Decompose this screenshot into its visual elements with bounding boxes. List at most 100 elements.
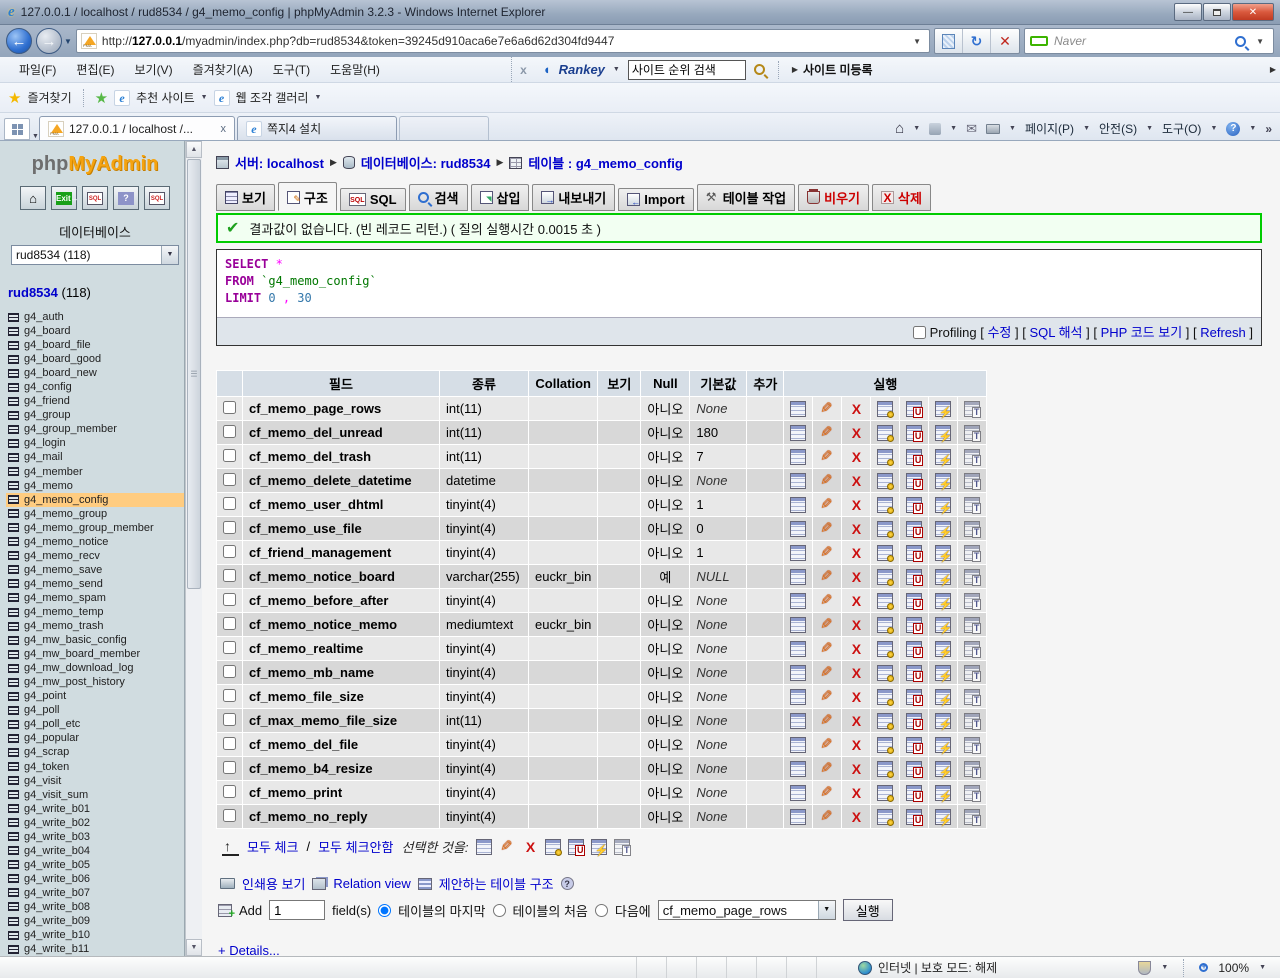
action-icon-primary[interactable] <box>877 713 893 729</box>
radio-table-begin[interactable] <box>493 904 506 917</box>
logout-button[interactable]: Exit→ <box>51 186 77 210</box>
action-icon-browse[interactable] <box>790 737 806 753</box>
web-slice-gallery-link[interactable]: 웹 조각 갤러리 <box>236 89 309 106</box>
feeds-icon[interactable] <box>929 123 941 135</box>
action-icon-fulltext[interactable]: T <box>614 839 630 855</box>
protected-mode-icon[interactable] <box>1138 961 1151 975</box>
database-link[interactable]: rud8534 <box>8 285 58 300</box>
pma-tab-구조[interactable]: 구조 <box>278 182 337 211</box>
sidebar-item-g4_board_file[interactable]: g4_board_file <box>6 338 184 352</box>
action-icon-primary[interactable] <box>545 839 561 855</box>
pma-tab-SQL[interactable]: SQLSQL <box>340 188 406 211</box>
action-icon-browse[interactable] <box>790 617 806 633</box>
page-dropdown-icon[interactable]: ▼ <box>1083 125 1090 132</box>
action-icon-fulltext[interactable]: T <box>964 713 980 729</box>
action-icon-primary[interactable] <box>877 761 893 777</box>
action-icon-index[interactable]: ⚡ <box>935 401 951 417</box>
action-icon-unique[interactable]: U <box>906 521 922 537</box>
pma-tab-검색[interactable]: 검색 <box>409 184 468 211</box>
sidebar-item-g4_memo[interactable]: g4_memo <box>6 479 184 493</box>
action-icon-primary[interactable] <box>877 425 893 441</box>
action-icon-edit[interactable] <box>819 449 835 465</box>
phpmyadmin-logo[interactable]: phpMyAdmin <box>6 149 184 186</box>
tab-list-dropdown-icon[interactable]: ▼ <box>32 133 39 140</box>
action-icon-unique[interactable]: U <box>906 593 922 609</box>
address-dropdown-icon[interactable]: ▼ <box>909 37 925 46</box>
action-icon-browse[interactable] <box>790 785 806 801</box>
sidebar-item-g4_point[interactable]: g4_point <box>6 689 184 703</box>
action-icon-drop[interactable]: X <box>848 401 864 417</box>
action-icon-browse[interactable] <box>790 401 806 417</box>
action-icon-drop[interactable]: X <box>848 689 864 705</box>
pma-tab-삽입[interactable]: 삽입 <box>471 184 530 211</box>
action-icon-index[interactable]: ⚡ <box>935 665 951 681</box>
row-checkbox[interactable] <box>223 569 236 582</box>
action-icon-primary[interactable] <box>877 785 893 801</box>
row-checkbox[interactable] <box>223 401 236 414</box>
add-favorites-icon[interactable]: ★ <box>95 89 108 107</box>
action-icon-browse[interactable] <box>790 593 806 609</box>
action-icon-primary[interactable] <box>877 497 893 513</box>
action-icon-unique[interactable]: U <box>568 839 584 855</box>
action-icon-fulltext[interactable]: T <box>964 761 980 777</box>
action-icon-unique[interactable]: U <box>906 665 922 681</box>
minimize-button[interactable]: — <box>1174 3 1202 21</box>
database-breadcrumb-link[interactable]: 데이터베이스: rud8534 <box>361 153 491 172</box>
action-icon-drop[interactable]: X <box>848 785 864 801</box>
action-icon-fulltext[interactable]: T <box>964 737 980 753</box>
sidebar-item-g4_group[interactable]: g4_group <box>6 408 184 422</box>
action-icon-edit[interactable] <box>819 809 835 825</box>
row-checkbox[interactable] <box>223 737 236 750</box>
sidebar-item-g4_member[interactable]: g4_member <box>6 465 184 479</box>
action-icon-edit[interactable] <box>819 737 835 753</box>
action-icon-fulltext[interactable]: T <box>964 401 980 417</box>
sidebar-item-g4_memo_temp[interactable]: g4_memo_temp <box>6 605 184 619</box>
action-icon-index[interactable]: ⚡ <box>935 617 951 633</box>
forward-button[interactable]: → <box>36 28 62 54</box>
action-icon-unique[interactable]: U <box>906 473 922 489</box>
action-icon-unique[interactable]: U <box>906 545 922 561</box>
column-header-기본값[interactable]: 기본값 <box>690 371 746 396</box>
sidebar-item-g4_mw_basic_config[interactable]: g4_mw_basic_config <box>6 633 184 647</box>
sidebar-item-g4_write_b04[interactable]: g4_write_b04 <box>6 844 184 858</box>
sql-action-link-Refresh[interactable]: Refresh <box>1200 325 1246 340</box>
action-icon-unique[interactable]: U <box>906 497 922 513</box>
action-icon-browse[interactable] <box>790 497 806 513</box>
action-icon-edit[interactable] <box>819 545 835 561</box>
docs-button[interactable]: ? <box>113 186 139 210</box>
row-checkbox[interactable] <box>223 689 236 702</box>
action-icon-index[interactable]: ⚡ <box>935 449 951 465</box>
sidebar-item-g4_memo_group_member[interactable]: g4_memo_group_member <box>6 521 184 535</box>
rankey-more-icon[interactable]: ▶ <box>1270 65 1276 74</box>
action-icon-index[interactable]: ⚡ <box>935 641 951 657</box>
action-icon-drop[interactable]: X <box>848 641 864 657</box>
action-icon-fulltext[interactable]: T <box>964 593 980 609</box>
pma-tab-내보내기[interactable]: 내보내기 <box>532 184 615 211</box>
action-icon-primary[interactable] <box>877 737 893 753</box>
action-icon-index[interactable]: ⚡ <box>935 473 951 489</box>
scroll-down-icon[interactable]: ▼ <box>186 939 202 956</box>
action-icon-edit[interactable] <box>819 473 835 489</box>
url-text[interactable]: http://127.0.0.1/myadmin/index.php?db=ru… <box>102 34 904 48</box>
action-icon-fulltext[interactable]: T <box>964 569 980 585</box>
browser-search-box[interactable]: Naver ▼ <box>1024 28 1274 54</box>
after-field-select[interactable]: cf_memo_page_rows ▼ <box>658 900 836 920</box>
radio-after-field[interactable] <box>595 904 608 917</box>
sidebar-item-g4_mw_post_history[interactable]: g4_mw_post_history <box>6 675 184 689</box>
sql-action-link-수정[interactable]: 수정 <box>987 325 1011 340</box>
safety-menu[interactable]: 안전(S) <box>1099 120 1137 137</box>
action-icon-unique[interactable]: U <box>906 809 922 825</box>
action-icon-fulltext[interactable]: T <box>964 809 980 825</box>
action-icon-edit[interactable] <box>819 569 835 585</box>
action-icon-drop[interactable]: X <box>848 809 864 825</box>
favorites-star-icon[interactable]: ★ <box>8 89 21 107</box>
action-icon-edit[interactable] <box>819 425 835 441</box>
row-checkbox[interactable] <box>223 713 236 726</box>
select-dropdown-icon[interactable]: ▼ <box>818 901 835 919</box>
sidebar-item-g4_memo_spam[interactable]: g4_memo_spam <box>6 591 184 605</box>
action-icon-primary[interactable] <box>877 569 893 585</box>
zone-dropdown-icon[interactable]: ▼ <box>1161 964 1168 971</box>
row-checkbox[interactable] <box>223 761 236 774</box>
row-checkbox[interactable] <box>223 449 236 462</box>
column-header-필드[interactable]: 필드 <box>243 371 439 396</box>
